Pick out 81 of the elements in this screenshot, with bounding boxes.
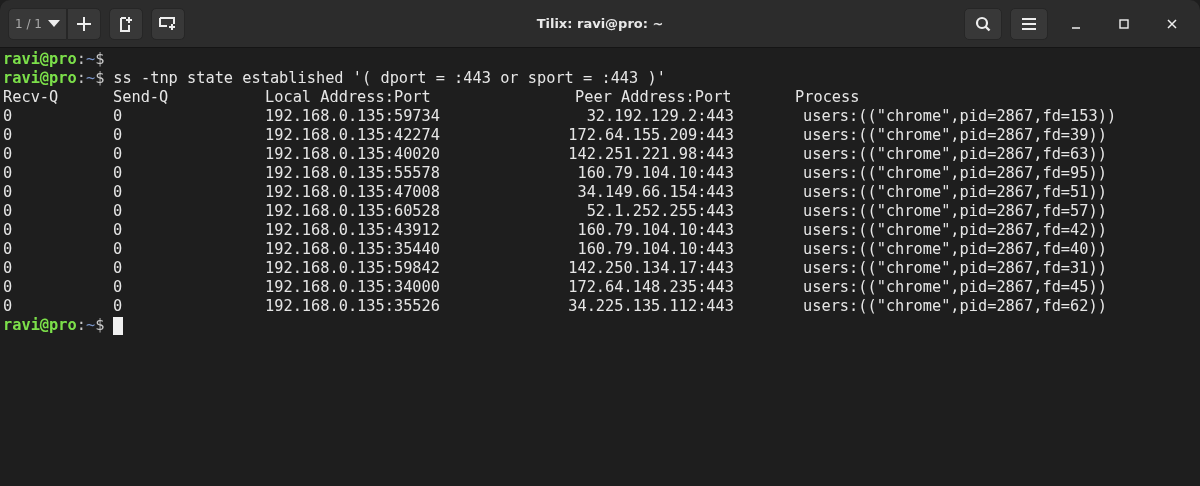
search-icon	[975, 15, 991, 32]
output-cell-text: 192.168.0.135:40020	[265, 145, 441, 164]
output-cell-text: 0	[113, 126, 124, 145]
output-cell-text: users:(("chrome",pid=2867,fd=57))	[803, 202, 1108, 221]
column-header: Peer Address:Port	[575, 88, 733, 107]
output-cell-text: users:(("chrome",pid=2867,fd=45))	[803, 278, 1108, 297]
output-cell-text: 192.168.0.135:34000	[265, 278, 441, 297]
output-cell-text: 172.64.148.235:443	[567, 278, 734, 297]
output-cell-text: 0	[3, 221, 14, 240]
output-cell-text: users:(("chrome",pid=2867,fd=42))	[803, 221, 1108, 240]
split-icon	[158, 16, 177, 31]
output-cell-text: 0	[3, 297, 14, 316]
output-cell-text: 192.168.0.135:59842	[265, 259, 441, 278]
output-cell-text: 0	[3, 183, 14, 202]
output-cell-text: 160.79.104.10:443	[576, 164, 734, 183]
output-cell-text: 172.64.155.209:443	[567, 126, 734, 145]
output-cell-text: 0	[113, 107, 124, 126]
output-cell-text: users:(("chrome",pid=2867,fd=62))	[803, 297, 1108, 316]
output-cell-text: 34.149.66.154:443	[576, 183, 734, 202]
plus-icon	[75, 15, 92, 32]
output-cell-text: 0	[3, 145, 14, 164]
output-cell-text: 0	[113, 259, 124, 278]
output-cell-text: users:(("chrome",pid=2867,fd=51))	[803, 183, 1108, 202]
output-cell-text: 192.168.0.135:43912	[265, 221, 441, 240]
minimize-icon	[1072, 26, 1080, 29]
column-header: Recv-Q	[3, 88, 60, 107]
output-cell-text: users:(("chrome",pid=2867,fd=39))	[803, 126, 1108, 145]
add-session-button[interactable]	[66, 7, 101, 40]
window-title: Tilix: ravi@pro: ~	[536, 16, 664, 31]
output-cell-text: 160.79.104.10:443	[576, 240, 734, 259]
output-cell-text: 192.168.0.135:35526	[265, 297, 441, 316]
output-cell-text: 34.225.135.112:443	[567, 297, 734, 316]
menu-button[interactable]	[1010, 7, 1048, 40]
output-cell-text: 0	[113, 278, 124, 297]
command-text: ss -tnp state established '( dport = :443 or sport = :443 )'	[113, 69, 666, 88]
output-cell-text: 52.1.252.255:443	[585, 202, 734, 221]
output-cell-text: 192.168.0.135:35440	[265, 240, 441, 259]
split-down-button[interactable]	[150, 7, 185, 40]
output-cell-text: 0	[113, 221, 124, 240]
output-cell-text: 192.168.0.135:60528	[265, 202, 441, 221]
output-cell-text: 0	[3, 259, 14, 278]
search-button[interactable]	[964, 7, 1002, 40]
caret-icon	[47, 19, 60, 28]
output-cell-text: users:(("chrome",pid=2867,fd=95))	[803, 164, 1108, 183]
output-cell-text: users:(("chrome",pid=2867,fd=63))	[803, 145, 1108, 164]
output-cell-text: 0	[3, 164, 14, 183]
output-cell-text: 0	[113, 145, 124, 164]
shell-prompt: ravi@pro:~$	[3, 50, 105, 69]
session-switcher-button[interactable]: 1 / 1	[8, 7, 67, 40]
output-cell-text: 0	[113, 240, 124, 259]
output-cell-text: 142.250.134.17:443	[567, 259, 734, 278]
output-cell-text: 0	[3, 202, 14, 221]
output-cell-text: 0	[3, 240, 14, 259]
output-cell-text: 0	[3, 278, 14, 297]
output-cell-text: 192.168.0.135:55578	[265, 164, 441, 183]
output-cell-text: 192.168.0.135:42274	[265, 126, 441, 145]
menu-icon	[1021, 16, 1037, 31]
column-header: Local Address:Port	[265, 88, 432, 107]
output-cell-text: users:(("chrome",pid=2867,fd=40))	[803, 240, 1108, 259]
split-icon	[118, 15, 133, 32]
output-cell-text: 0	[113, 164, 124, 183]
output-cell-text: 0	[3, 107, 14, 126]
output-cell-text: 192.168.0.135:59734	[265, 107, 441, 126]
close-icon	[1167, 18, 1177, 29]
output-cell-text: 0	[113, 202, 124, 221]
split-right-button[interactable]	[108, 7, 143, 40]
output-cell-text: 0	[113, 183, 124, 202]
output-cell-text: 32.192.129.2:443	[585, 107, 734, 126]
text-cursor	[113, 316, 124, 335]
output-cell-text: 160.79.104.10:443	[576, 221, 734, 240]
output-cell-text: 0	[113, 297, 124, 316]
output-cell-text: 192.168.0.135:47008	[265, 183, 441, 202]
column-header: Process	[795, 88, 861, 107]
output-cell-text: 0	[3, 126, 14, 145]
shell-prompt: ravi@pro:~$	[3, 69, 105, 88]
output-cell-text: users:(("chrome",pid=2867,fd=31))	[803, 259, 1108, 278]
output-cell-text: 142.251.221.98:443	[567, 145, 734, 164]
maximize-icon	[1119, 18, 1129, 29]
output-cell-text: users:(("chrome",pid=2867,fd=153))	[803, 107, 1118, 126]
column-header: Send-Q	[113, 88, 170, 107]
shell-prompt: ravi@pro:~$	[3, 316, 105, 335]
